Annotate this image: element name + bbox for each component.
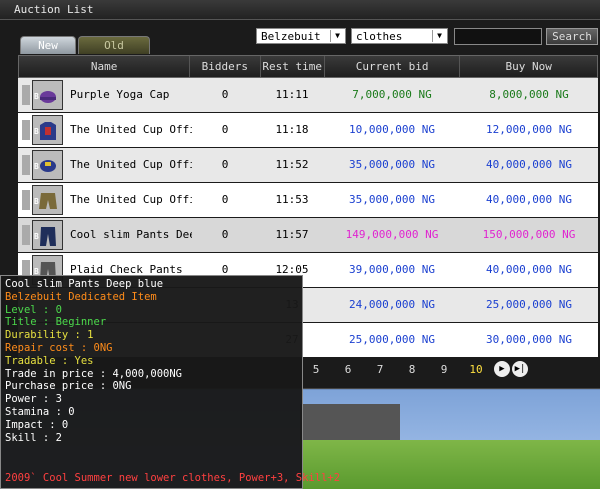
tooltip-trade-in-price: Trade in price : 4,000,000NG (5, 367, 183, 380)
server-select[interactable]: Belzebuit ▼ (256, 28, 346, 44)
last-page-icon[interactable]: ▶| (512, 361, 528, 377)
row-marker (22, 190, 30, 210)
page-10[interactable]: 10 (460, 363, 492, 376)
item-rest-time: 11:11 (275, 88, 309, 101)
item-rest-time: 11:53 (275, 193, 309, 206)
search-button[interactable]: Search (546, 28, 598, 45)
table-header: Name Bidders Rest time Current bid Buy N… (18, 55, 598, 78)
tab-new[interactable]: New (20, 36, 76, 54)
tooltip-title: Title : Beginner (5, 316, 107, 329)
item-buy-now: 25,000,000 NG (485, 298, 573, 311)
pants-icon: B (32, 220, 63, 250)
table-row[interactable]: B The United Cup Officia 0 11:52 35,000,… (18, 148, 598, 183)
header-rest-time[interactable]: Rest time (261, 56, 325, 77)
tooltip-server: Belzebuit Dedicated Item (5, 290, 157, 303)
category-select-value: clothes (356, 30, 403, 43)
tooltip-description: 2009` Cool Summer new lower clothes, Pow… (5, 472, 341, 485)
item-bidders: 0 (221, 193, 229, 206)
tab-bar: New Old (20, 36, 152, 54)
item-current-bid: 25,000,000 NG (348, 333, 436, 346)
item-current-bid: 149,000,000 NG (345, 228, 439, 241)
page-7[interactable]: 7 (364, 363, 396, 376)
cap-icon: B (32, 80, 63, 110)
row-marker (22, 120, 30, 140)
tooltip-skill: Skill : 2 (5, 431, 62, 444)
item-current-bid: 10,000,000 NG (348, 123, 436, 136)
item-buy-now: 150,000,000 NG (482, 228, 576, 241)
item-name: The United Cup Officia (70, 123, 192, 136)
tooltip-item-name: Cool slim Pants Deep blue (5, 278, 164, 290)
item-name: The United Cup Officia (70, 193, 192, 206)
item-buy-now: 12,000,000 NG (485, 123, 573, 136)
item-bidders: 0 (221, 158, 229, 171)
jersey-icon: B (32, 115, 63, 145)
item-buy-now: 40,000,000 NG (485, 158, 573, 171)
item-bidders: 0 (221, 88, 229, 101)
item-name: The United Cup Officia (70, 158, 192, 171)
header-buy-now[interactable]: Buy Now (460, 56, 597, 77)
window-title: Auction List (0, 0, 600, 20)
item-tooltip: Cool slim Pants Deep blue Belzebuit Dedi… (0, 275, 340, 489)
tooltip-tradable: Tradable : Yes (5, 354, 94, 367)
search-input[interactable] (454, 28, 542, 45)
item-bidders: 0 (221, 228, 229, 241)
tab-old[interactable]: Old (78, 36, 150, 54)
chevron-down-icon: ▼ (432, 30, 446, 42)
item-name: Cool slim Pants Deep b (70, 228, 192, 241)
tooltip-impact: Impact : 0 (5, 418, 69, 431)
page-6[interactable]: 6 (332, 363, 364, 376)
item-current-bid: 7,000,000 NG (352, 88, 432, 101)
tooltip-level: Level : 0 (5, 303, 62, 316)
item-name: Purple Yoga Cap (70, 88, 170, 101)
pagination: 5 6 7 8 9 10 ▶ ▶| (300, 356, 528, 382)
page-9[interactable]: 9 (428, 363, 460, 376)
cap-icon: B (32, 150, 63, 180)
row-marker (22, 225, 30, 245)
item-buy-now: 30,000,000 NG (485, 333, 573, 346)
next-page-icon[interactable]: ▶ (494, 361, 510, 377)
item-rest-time: 11:52 (275, 158, 309, 171)
item-current-bid: 39,000,000 NG (348, 263, 436, 276)
tooltip-purchase-price: Purchase price : 0NG (5, 380, 132, 393)
tooltip-repair-cost: Repair cost : 0NG (5, 341, 113, 354)
item-current-bid: 35,000,000 NG (348, 193, 436, 206)
header-bidders[interactable]: Bidders (190, 56, 261, 77)
item-buy-now: 40,000,000 NG (485, 193, 573, 206)
header-name[interactable]: Name (19, 56, 191, 77)
table-row[interactable]: B Purple Yoga Cap 0 11:11 7,000,000 NG 8… (18, 78, 598, 113)
item-rest-time: 11:57 (275, 228, 309, 241)
item-current-bid: 24,000,000 NG (348, 298, 436, 311)
table-row[interactable]: B Cool slim Pants Deep b 0 11:57 149,000… (18, 218, 598, 253)
table-row[interactable]: B The United Cup Officia 0 11:53 35,000,… (18, 183, 598, 218)
page-5[interactable]: 5 (300, 363, 332, 376)
tooltip-power: Power : 3 (5, 393, 62, 406)
chevron-down-icon: ▼ (330, 30, 344, 42)
server-select-value: Belzebuit (261, 30, 321, 43)
game-background-grass (300, 440, 600, 489)
item-current-bid: 35,000,000 NG (348, 158, 436, 171)
item-bidders: 0 (221, 123, 229, 136)
page-8[interactable]: 8 (396, 363, 428, 376)
tooltip-stamina: Stamina : 0 (5, 405, 75, 418)
item-buy-now: 40,000,000 NG (485, 263, 573, 276)
tooltip-durability: Durability : 1 (5, 329, 94, 342)
item-rest-time: 11:18 (275, 123, 309, 136)
item-buy-now: 8,000,000 NG (489, 88, 569, 101)
table-row[interactable]: B The United Cup Officia 0 11:18 10,000,… (18, 113, 598, 148)
header-current-bid[interactable]: Current bid (325, 56, 461, 77)
category-select[interactable]: clothes ▼ (351, 28, 448, 44)
shorts-icon: B (32, 185, 63, 215)
row-marker (22, 85, 30, 105)
row-marker (22, 155, 30, 175)
